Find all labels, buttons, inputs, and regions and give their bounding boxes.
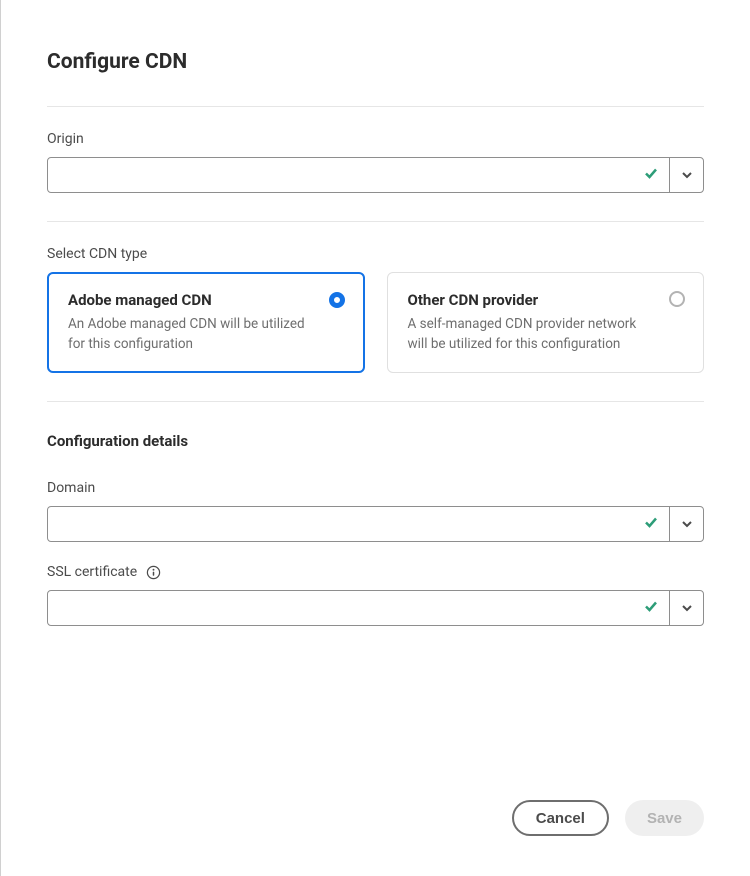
spacer	[47, 626, 704, 780]
origin-select-body[interactable]	[48, 158, 669, 192]
chevron-down-icon	[681, 166, 693, 185]
domain-select-body[interactable]	[48, 507, 669, 541]
chevron-down-icon	[681, 515, 693, 534]
cdn-option-title: Other CDN provider	[408, 291, 654, 309]
cdn-type-section: Select CDN type Adobe managed CDN An Ado…	[47, 246, 704, 373]
check-icon	[643, 165, 659, 185]
ssl-section: SSL certificate	[47, 564, 704, 626]
domain-select[interactable]	[47, 506, 704, 542]
radio-selected-icon	[329, 292, 345, 308]
domain-label: Domain	[47, 480, 704, 496]
cdn-option-description: An Adobe managed CDN will be utilized fo…	[68, 315, 314, 354]
cdn-type-label: Select CDN type	[47, 246, 704, 262]
cancel-button[interactable]: Cancel	[512, 800, 609, 836]
origin-label: Origin	[47, 131, 704, 147]
check-icon	[643, 514, 659, 534]
save-button: Save	[625, 800, 704, 836]
cdn-option-description: A self-managed CDN provider network will…	[408, 315, 654, 354]
config-details-heading: Configuration details	[47, 432, 704, 450]
ssl-label-text: SSL certificate	[47, 564, 137, 580]
footer-actions: Cancel Save	[47, 780, 704, 836]
divider	[47, 401, 704, 402]
chevron-down-icon	[681, 599, 693, 618]
cdn-option-other-provider[interactable]: Other CDN provider A self-managed CDN pr…	[387, 272, 705, 373]
domain-section: Domain	[47, 480, 704, 542]
cdn-type-options: Adobe managed CDN An Adobe managed CDN w…	[47, 272, 704, 373]
divider	[47, 221, 704, 222]
ssl-select-body[interactable]	[48, 591, 669, 625]
cdn-option-title: Adobe managed CDN	[68, 291, 314, 309]
origin-section: Origin	[47, 131, 704, 193]
ssl-select-caret[interactable]	[669, 591, 703, 625]
domain-select-caret[interactable]	[669, 507, 703, 541]
origin-select-caret[interactable]	[669, 158, 703, 192]
page-title: Configure CDN	[47, 50, 704, 74]
cdn-option-adobe-managed[interactable]: Adobe managed CDN An Adobe managed CDN w…	[47, 272, 365, 373]
divider	[47, 106, 704, 107]
origin-select[interactable]	[47, 157, 704, 193]
info-icon[interactable]	[145, 564, 161, 580]
radio-unselected-icon	[669, 291, 685, 307]
ssl-select[interactable]	[47, 590, 704, 626]
configure-cdn-panel: Configure CDN Origin Select CDN type Ado…	[0, 0, 750, 876]
check-icon	[643, 598, 659, 618]
ssl-label: SSL certificate	[47, 564, 704, 580]
